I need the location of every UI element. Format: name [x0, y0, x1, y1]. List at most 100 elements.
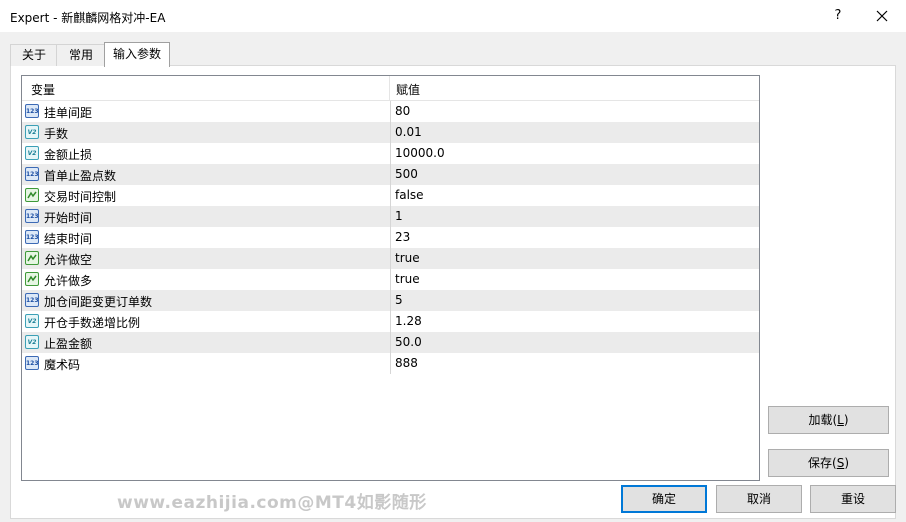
variable-name: 魔术码: [44, 358, 81, 372]
table-row[interactable]: 123 结束时间 23: [22, 227, 759, 248]
value-cell[interactable]: false: [390, 185, 759, 206]
variable-name: 挂单间距: [44, 106, 93, 120]
table-row[interactable]: V2 金额止损 10000.0: [22, 143, 759, 164]
variable-cell: 123 开始时间: [22, 206, 389, 227]
double-type-icon: V2: [25, 335, 39, 349]
variable-value[interactable]: 500: [395, 167, 418, 181]
save-button-end: ): [844, 456, 849, 470]
column-separator[interactable]: [389, 76, 390, 100]
variable-value[interactable]: 1: [395, 209, 403, 223]
variable-value[interactable]: 10000.0: [395, 146, 445, 160]
variable-value[interactable]: 5: [395, 293, 403, 307]
value-cell[interactable]: 1.28: [390, 311, 759, 332]
grid-header: 变量 赋值: [22, 76, 759, 101]
variable-cell: 交易时间控制: [22, 185, 389, 206]
variable-cell: V2 止盈金额: [22, 332, 389, 353]
variable-cell: V2 开仓手数递增比例: [22, 311, 389, 332]
integer-type-icon: 123: [25, 167, 39, 181]
watermark-text: www.eazhijia.com@MT4如影随形: [117, 493, 427, 513]
variable-cell: 123 魔术码: [22, 353, 389, 374]
table-row[interactable]: 允许做空 true: [22, 248, 759, 269]
integer-type-icon: 123: [25, 209, 39, 223]
value-cell[interactable]: 5: [390, 290, 759, 311]
variable-value[interactable]: false: [395, 188, 424, 202]
value-cell[interactable]: true: [390, 248, 759, 269]
load-button-hotkey: L: [837, 413, 844, 427]
help-button[interactable]: ?: [826, 4, 850, 28]
variable-name: 允许做多: [44, 274, 93, 288]
table-row[interactable]: 交易时间控制 false: [22, 185, 759, 206]
parameters-grid[interactable]: 变量 赋值 123 挂单间距 80 V2 手数 0.01 V2 金额止损 10000.0 123 首…: [21, 75, 760, 481]
value-cell[interactable]: 0.01: [390, 122, 759, 143]
value-cell[interactable]: 23: [390, 227, 759, 248]
load-button-label: 加载(: [808, 413, 838, 427]
table-row[interactable]: 123 魔术码 888: [22, 353, 759, 374]
variable-value[interactable]: true: [395, 272, 420, 286]
value-cell[interactable]: 1: [390, 206, 759, 227]
variable-name: 允许做空: [44, 253, 93, 267]
variable-cell: 123 挂单间距: [22, 101, 389, 122]
table-row[interactable]: V2 手数 0.01: [22, 122, 759, 143]
variable-name: 手数: [44, 127, 69, 141]
save-button[interactable]: 保存(S): [768, 449, 889, 477]
variable-name: 结束时间: [44, 232, 93, 246]
column-header-value[interactable]: 赋值: [396, 81, 420, 98]
value-cell[interactable]: 888: [390, 353, 759, 374]
ok-button[interactable]: 确定: [621, 485, 707, 513]
variable-value[interactable]: 23: [395, 230, 410, 244]
table-row[interactable]: V2 止盈金额 50.0: [22, 332, 759, 353]
table-row[interactable]: 123 加仓间距变更订单数 5: [22, 290, 759, 311]
bool-type-icon: [25, 251, 39, 265]
variable-value[interactable]: 50.0: [395, 335, 422, 349]
save-button-label: 保存(: [808, 456, 837, 470]
value-cell[interactable]: 10000.0: [390, 143, 759, 164]
variable-value[interactable]: 0.01: [395, 125, 422, 139]
cancel-button[interactable]: 取消: [716, 485, 802, 513]
value-cell[interactable]: 500: [390, 164, 759, 185]
tab-about[interactable]: 关于: [10, 44, 58, 66]
variable-name: 加仓间距变更订单数: [44, 295, 153, 309]
table-row[interactable]: 123 首单止盈点数 500: [22, 164, 759, 185]
close-button[interactable]: [868, 4, 896, 28]
variable-name: 开仓手数递增比例: [44, 316, 141, 330]
value-cell[interactable]: 80: [390, 101, 759, 122]
double-type-icon: V2: [25, 125, 39, 139]
window-title: Expert - 新麒麟网格对冲-EA: [10, 11, 166, 25]
table-row[interactable]: 允许做多 true: [22, 269, 759, 290]
table-row[interactable]: 123 开始时间 1: [22, 206, 759, 227]
bool-type-icon: [25, 272, 39, 286]
title-bar: Expert - 新麒麟网格对冲-EA ?: [0, 0, 906, 32]
variable-cell: 123 结束时间: [22, 227, 389, 248]
bool-type-icon: [25, 188, 39, 202]
tab-inputs[interactable]: 输入参数: [104, 42, 170, 67]
double-type-icon: V2: [25, 314, 39, 328]
table-row[interactable]: V2 开仓手数递增比例 1.28: [22, 311, 759, 332]
integer-type-icon: 123: [25, 293, 39, 307]
variable-name: 金额止损: [44, 148, 93, 162]
integer-type-icon: 123: [25, 356, 39, 370]
variable-cell: V2 手数: [22, 122, 389, 143]
variable-value[interactable]: 1.28: [395, 314, 422, 328]
load-button-end: ): [843, 413, 849, 427]
variable-value[interactable]: true: [395, 251, 420, 265]
variable-cell: V2 金额止损: [22, 143, 389, 164]
table-row[interactable]: 123 挂单间距 80: [22, 101, 759, 122]
variable-value[interactable]: 888: [395, 356, 418, 370]
variable-name: 止盈金额: [44, 337, 93, 351]
tab-common[interactable]: 常用: [56, 44, 106, 66]
column-header-variable[interactable]: 变量: [31, 81, 55, 98]
value-cell[interactable]: 50.0: [390, 332, 759, 353]
value-cell[interactable]: true: [390, 269, 759, 290]
integer-type-icon: 123: [25, 230, 39, 244]
variable-value[interactable]: 80: [395, 104, 410, 118]
variable-name: 交易时间控制: [44, 190, 117, 204]
reset-button[interactable]: 重设: [810, 485, 896, 513]
double-type-icon: V2: [25, 146, 39, 160]
variable-cell: 允许做空: [22, 248, 389, 269]
load-button[interactable]: 加载(L): [768, 406, 889, 434]
integer-type-icon: 123: [25, 104, 39, 118]
variable-name: 首单止盈点数: [44, 169, 117, 183]
variable-cell: 123 首单止盈点数: [22, 164, 389, 185]
variable-cell: 123 加仓间距变更订单数: [22, 290, 389, 311]
variable-cell: 允许做多: [22, 269, 389, 290]
